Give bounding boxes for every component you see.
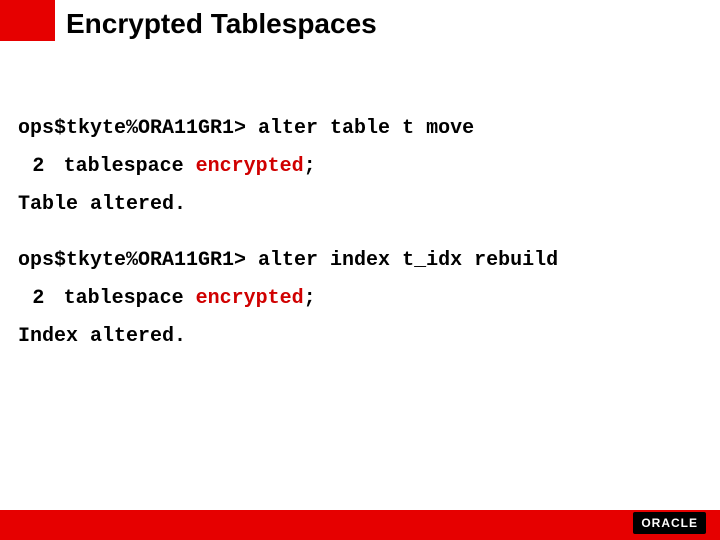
oracle-logo-text: ORACLE (641, 516, 698, 530)
code-text: Table altered. (18, 193, 186, 216)
code-text: ; (304, 287, 316, 310)
header-red-box (0, 0, 55, 41)
line-number: 2 (18, 148, 44, 186)
oracle-logo: ORACLE (633, 512, 706, 534)
code-line: ops$tkyte%ORA11GR1> alter table t move (18, 110, 702, 148)
code-text: tablespace (52, 287, 196, 310)
line-number: 2 (18, 280, 44, 318)
code-text: ; (304, 155, 316, 178)
code-line: 2 tablespace encrypted; (18, 148, 702, 186)
code-text: Index altered. (18, 325, 186, 348)
code-text: ops$tkyte%ORA11GR1> alter table t move (18, 117, 474, 140)
code-line: 2 tablespace encrypted; (18, 280, 702, 318)
spacer (18, 224, 702, 242)
page-title: Encrypted Tablespaces (66, 8, 377, 40)
keyword: encrypted (196, 155, 304, 178)
code-line: Table altered. (18, 186, 702, 224)
code-block: ops$tkyte%ORA11GR1> alter table t move 2… (18, 110, 702, 356)
code-text: tablespace (52, 155, 196, 178)
code-text: ops$tkyte%ORA11GR1> alter index t_idx re… (18, 249, 558, 272)
footer-bar: ORACLE (0, 510, 720, 540)
code-line: Index altered. (18, 318, 702, 356)
code-line: ops$tkyte%ORA11GR1> alter index t_idx re… (18, 242, 702, 280)
keyword: encrypted (196, 287, 304, 310)
